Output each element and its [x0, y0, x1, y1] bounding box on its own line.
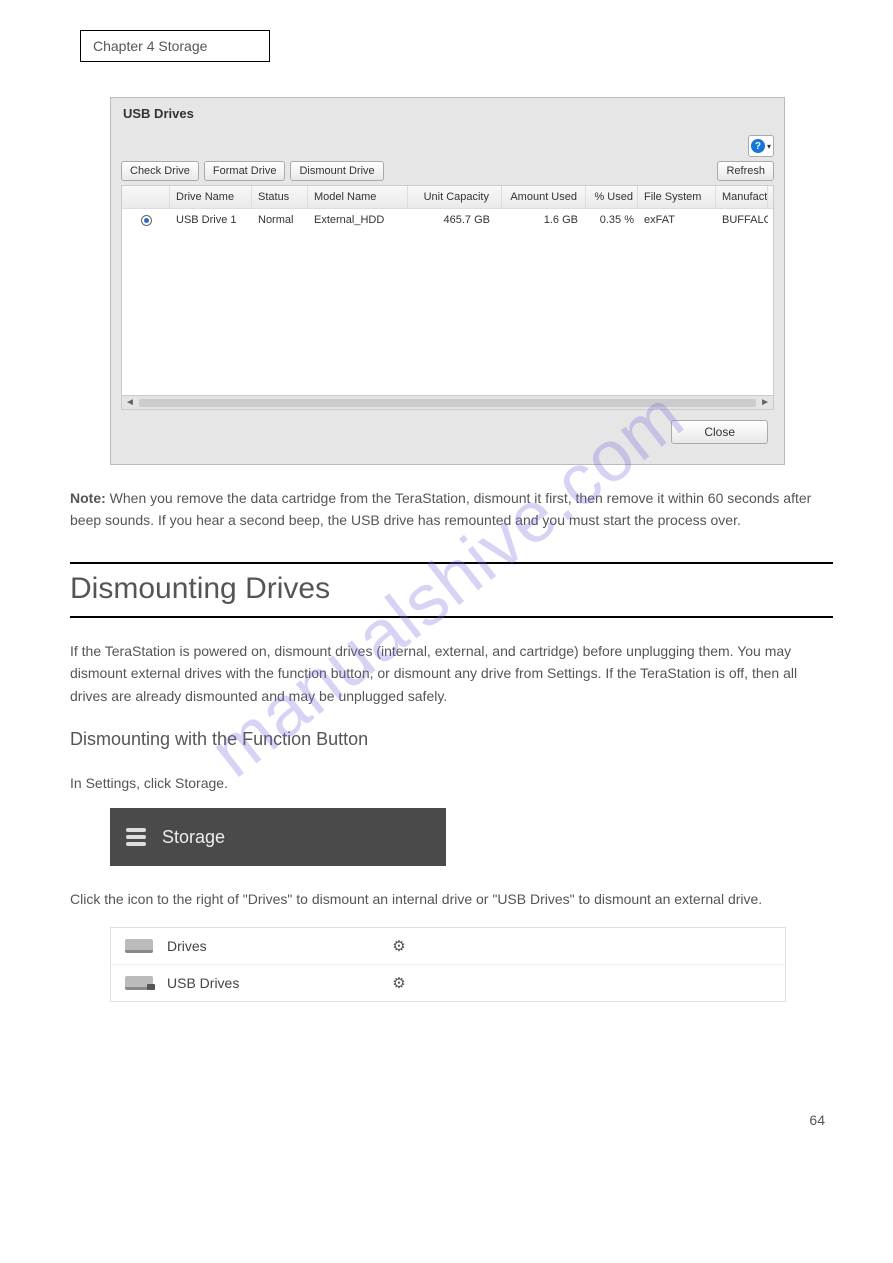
check-drive-button[interactable]: Check Drive	[121, 161, 199, 181]
cell-mfg: BUFFALO	[716, 214, 768, 226]
storage-step-text: In Settings, click Storage.	[70, 772, 833, 794]
usb-drive-icon	[125, 976, 153, 990]
chapter-label: Chapter 4 Storage	[93, 38, 207, 54]
dismount-drive-button[interactable]: Dismount Drive	[290, 161, 383, 181]
cell-used: 1.6 GB	[502, 214, 586, 226]
refresh-button[interactable]: Refresh	[717, 161, 774, 181]
cell-fs: exFAT	[638, 214, 716, 226]
settings-row-usb-drives[interactable]: USB Drives ⚙	[111, 964, 785, 1001]
drive-icon	[125, 939, 153, 953]
horizontal-scrollbar[interactable]: ◄►	[122, 395, 773, 409]
col-header-status: Status	[252, 186, 308, 208]
row-label-drives: Drives	[167, 938, 377, 954]
settings-row-drives[interactable]: Drives ⚙	[111, 928, 785, 964]
col-header-used: Amount Used	[502, 186, 586, 208]
table-body: USB Drive 1 Normal External_HDD 465.7 GB…	[122, 209, 773, 395]
heading-dismounting-drives: Dismounting Drives	[70, 562, 833, 618]
gear-icon[interactable]: ⚙	[391, 975, 407, 991]
gear-icon[interactable]: ⚙	[391, 938, 407, 954]
col-header-model: Model Name	[308, 186, 408, 208]
format-drive-button[interactable]: Format Drive	[204, 161, 286, 181]
chevron-down-icon: ▾	[767, 142, 771, 151]
close-button[interactable]: Close	[671, 420, 768, 444]
storage-icon	[126, 828, 146, 846]
row-label-usb-drives: USB Drives	[167, 975, 377, 991]
usb-drives-dialog: USB Drives ? ▾ Check Drive Format Drive …	[110, 97, 785, 465]
paragraph: If the TeraStation is powered on, dismou…	[70, 640, 833, 707]
help-button[interactable]: ? ▾	[748, 135, 774, 157]
storage-tile[interactable]: Storage	[110, 808, 446, 866]
col-header-pct: % Used	[586, 186, 638, 208]
cell-drive-name: USB Drive 1	[170, 214, 252, 226]
settings-step-text: Click the icon to the right of "Drives" …	[70, 888, 833, 910]
note-label: Note:	[70, 490, 106, 506]
dialog-title: USB Drives	[111, 98, 784, 129]
subheading: Dismounting with the Function Button	[70, 729, 833, 750]
table-header: Drive Name Status Model Name Unit Capaci…	[122, 186, 773, 209]
col-header-capacity: Unit Capacity	[408, 186, 502, 208]
cell-model: External_HDD	[308, 214, 408, 226]
note-text: When you remove the data cartridge from …	[70, 490, 811, 528]
page-number: 64	[70, 1112, 833, 1128]
cell-capacity: 465.7 GB	[408, 214, 502, 226]
cell-status: Normal	[252, 214, 308, 226]
storage-label: Storage	[162, 827, 225, 848]
cell-pct: 0.35 %	[586, 214, 638, 226]
chapter-label-box: Chapter 4 Storage	[80, 30, 270, 62]
note-paragraph: Note: When you remove the data cartridge…	[70, 487, 833, 532]
row-radio[interactable]	[141, 215, 152, 226]
col-header-fs: File System	[638, 186, 716, 208]
col-header-mfg: Manufact	[716, 186, 768, 208]
col-header-drive-name: Drive Name	[170, 186, 252, 208]
help-icon: ?	[751, 139, 765, 153]
usb-drives-table: Drive Name Status Model Name Unit Capaci…	[121, 185, 774, 410]
table-row[interactable]: USB Drive 1 Normal External_HDD 465.7 GB…	[122, 209, 773, 231]
settings-list: Drives ⚙ USB Drives ⚙	[110, 927, 786, 1002]
col-header-select	[122, 186, 170, 208]
